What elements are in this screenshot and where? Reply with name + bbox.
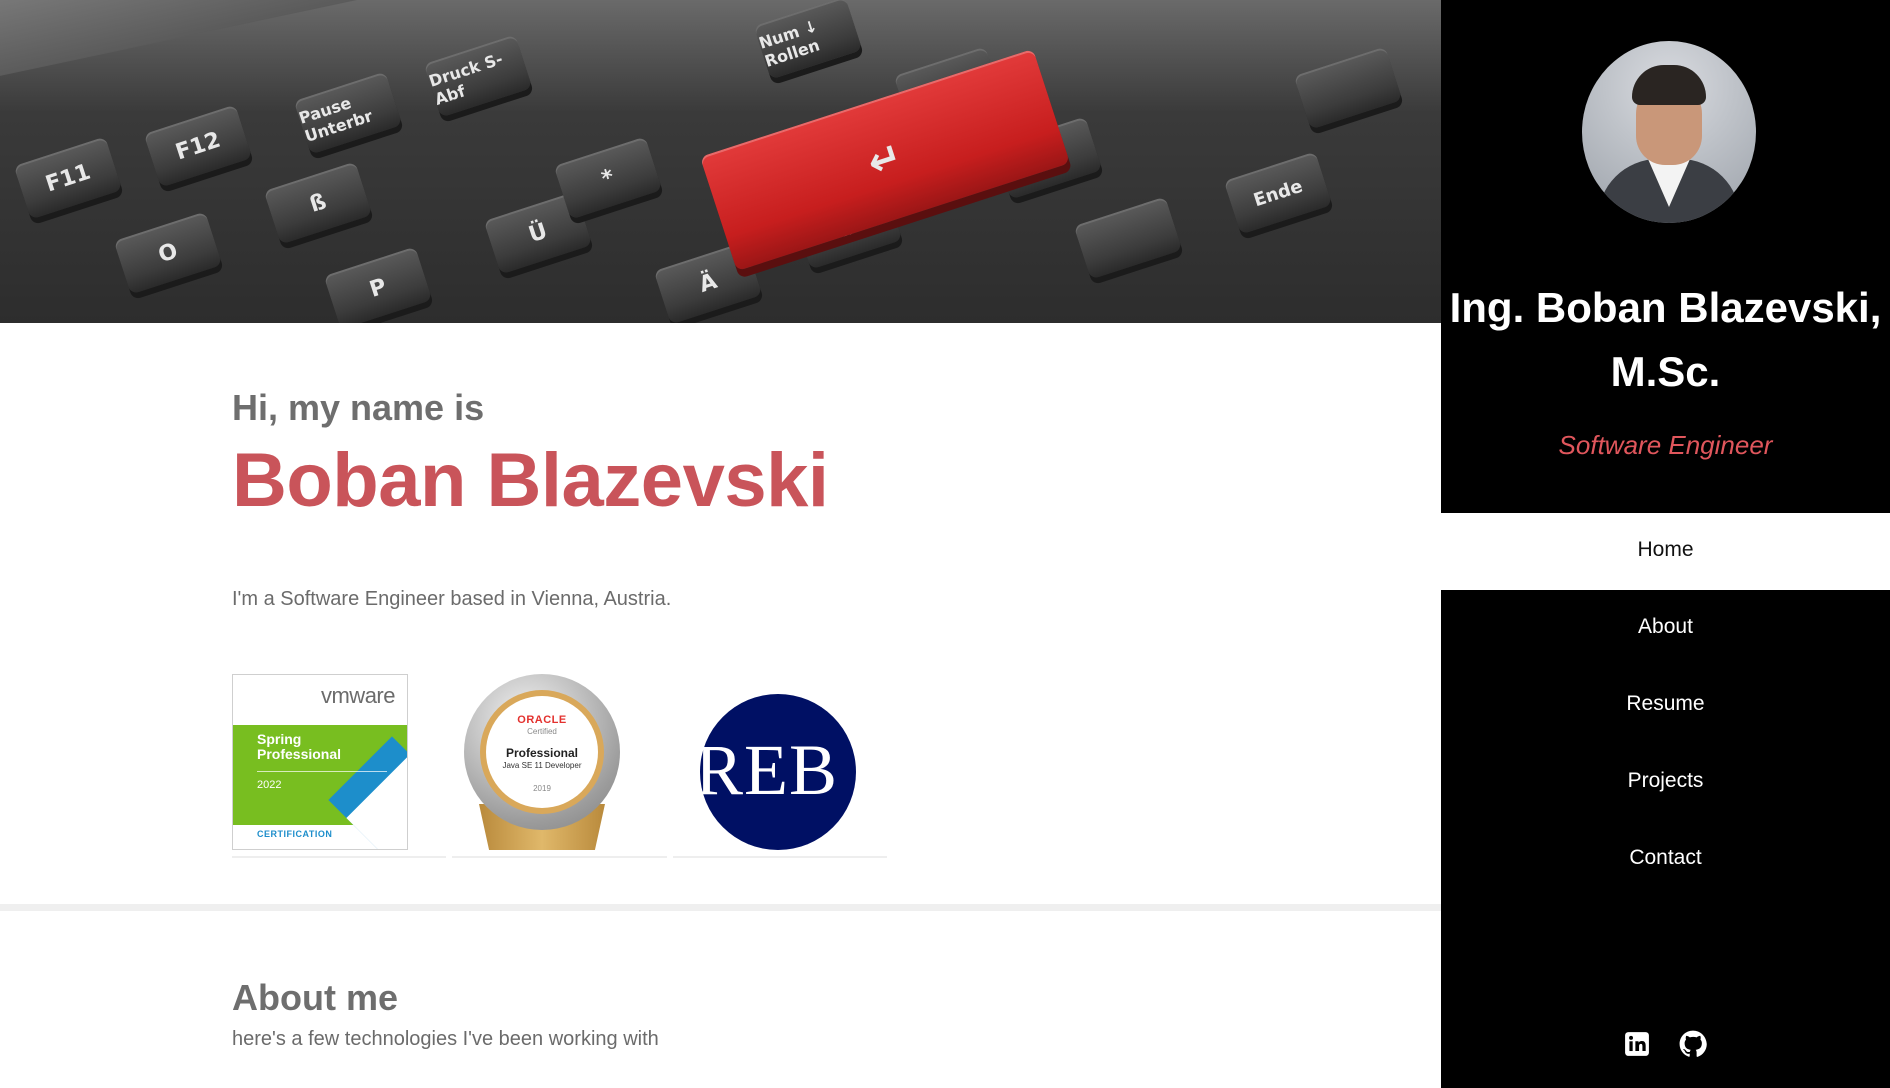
vmware-spring-badge[interactable]: vmware Spring Professional 2022 CERTIFIC… xyxy=(232,674,408,850)
key-o: O xyxy=(113,211,223,295)
oracle-level: Professional xyxy=(505,746,579,760)
tagline: I'm a Software Engineer based in Vienna,… xyxy=(232,588,672,610)
key-p: P xyxy=(323,246,433,323)
nav-item-home[interactable]: Home xyxy=(1441,513,1890,590)
nav-item-contact[interactable]: Contact xyxy=(1441,821,1890,898)
hero-name: Boban Blazevski xyxy=(232,438,829,523)
about-subtitle: here's a few technologies I've been work… xyxy=(232,1028,659,1050)
nav-item-about[interactable]: About xyxy=(1441,590,1890,667)
oracle-track: Java SE 11 Developer xyxy=(502,761,582,770)
key-blank-1 xyxy=(1073,196,1183,280)
section-divider xyxy=(0,904,1441,911)
nav-item-projects[interactable]: Projects xyxy=(1441,744,1890,821)
keyboard-frame xyxy=(0,0,1441,88)
key-sz: ß xyxy=(263,161,373,245)
sidebar-role: Software Engineer xyxy=(1558,430,1773,460)
oracle-year: 2019 xyxy=(533,784,551,793)
certification-badges: vmware Spring Professional 2022 CERTIFIC… xyxy=(232,674,887,858)
key-asterisk: * xyxy=(553,136,663,220)
ireb-badge[interactable]: IREB xyxy=(670,694,885,852)
sidebar-name: Ing. Boban Blazevski, M.Sc. xyxy=(1449,284,1882,395)
vmware-logo: vmware xyxy=(320,683,396,708)
sidebar: Ing. Boban Blazevski, M.Sc. Software Eng… xyxy=(1441,0,1890,1088)
oracle-badge-face: ORACLE Certified Professional Java SE 11… xyxy=(486,696,598,808)
key-pause: Pause Unterbr xyxy=(293,71,403,155)
key-f11: F11 xyxy=(13,136,123,220)
key-blank-2 xyxy=(1293,46,1403,130)
vmware-badge-title: Spring Professional xyxy=(257,731,342,762)
sidebar-nav: Home About Resume Projects Contact xyxy=(1441,513,1890,898)
oracle-logo: ORACLE xyxy=(517,714,567,726)
oracle-certified: Certified xyxy=(527,727,557,736)
ireb-logo-text: IREB xyxy=(670,730,839,810)
main-content: F11 F12 Pause Unterbr Druck S-Abf Num ↓ … xyxy=(0,0,1441,1088)
vmware-badge-label: CERTIFICATION xyxy=(257,829,333,839)
github-icon[interactable] xyxy=(1679,1030,1707,1062)
key-f12: F12 xyxy=(143,104,253,188)
social-links xyxy=(1441,1030,1890,1062)
oracle-java-badge[interactable]: ORACLE Certified Professional Java SE 11… xyxy=(457,674,627,852)
intro-section: Hi, my name is Boban Blazevski I'm a Sof… xyxy=(232,386,1232,612)
key-print: Druck S-Abf xyxy=(423,34,533,118)
greeting-text: Hi, my name is xyxy=(232,387,485,428)
about-heading: About me xyxy=(232,977,398,1018)
nav-item-resume[interactable]: Resume xyxy=(1441,667,1890,744)
key-ende: Ende xyxy=(1223,151,1333,235)
hero-keyboard-image: F11 F12 Pause Unterbr Druck S-Abf Num ↓ … xyxy=(0,0,1441,323)
vmware-badge-year: 2022 xyxy=(257,779,282,791)
linkedin-icon[interactable] xyxy=(1624,1031,1650,1061)
key-num: Num ↓ Rollen xyxy=(753,0,863,80)
profile-avatar xyxy=(1582,41,1756,223)
